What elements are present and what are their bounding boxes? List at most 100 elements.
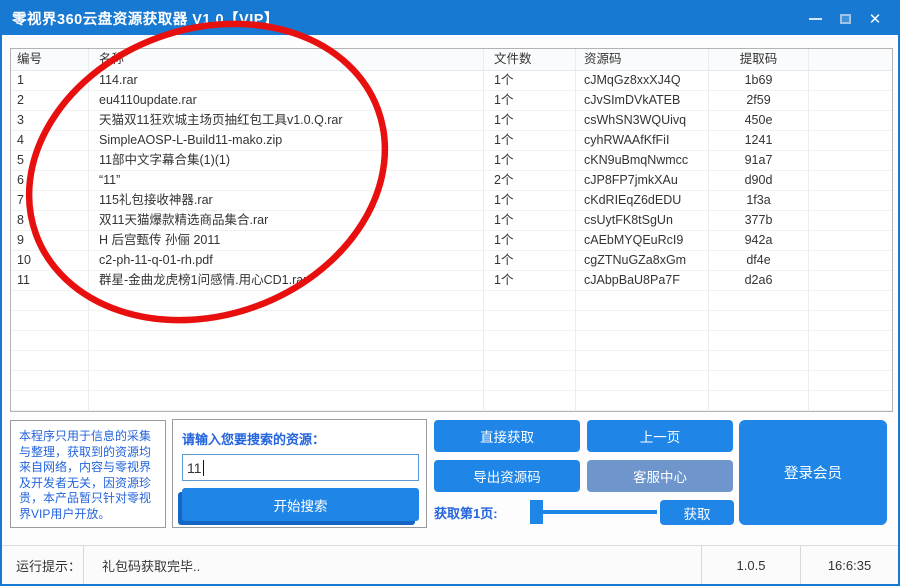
get-button[interactable]: 获取 bbox=[660, 500, 734, 525]
table-row[interactable] bbox=[11, 391, 892, 411]
cell-extract: 1241 bbox=[709, 131, 809, 150]
service-center-button[interactable]: 客服中心 bbox=[587, 460, 733, 492]
cell-files: 1个 bbox=[484, 71, 576, 90]
column-header-code: 资源码 bbox=[576, 49, 709, 70]
cell-name: “11” bbox=[89, 171, 484, 190]
table-row[interactable]: 7115礼包接收神器.rar1个cKdRIEqZ6dEDU1f3a bbox=[11, 191, 892, 211]
cell-name bbox=[89, 371, 484, 390]
table-row[interactable]: 6“11”2个cJP8FP7jmkXAud90d bbox=[11, 171, 892, 191]
cell-empty bbox=[809, 311, 892, 330]
column-header-id: 编号 bbox=[11, 49, 89, 70]
cell-code bbox=[576, 291, 709, 310]
table-row[interactable] bbox=[11, 291, 892, 311]
page-slider-handle[interactable] bbox=[530, 500, 543, 524]
cell-empty bbox=[809, 371, 892, 390]
cell-empty bbox=[809, 331, 892, 350]
search-input[interactable]: 11 bbox=[182, 454, 419, 481]
cell-files bbox=[484, 371, 576, 390]
notice-panel: 本程序只用于信息的采集与整理，获取到的资源均来自网络，内容与零视界及开发者无关，… bbox=[10, 420, 166, 528]
cell-code: cJMqGz8xxXJ4Q bbox=[576, 71, 709, 90]
cell-extract: d90d bbox=[709, 171, 809, 190]
cell-name: 天猫双11狂欢城主场页抽红包工具v1.0.Q.rar bbox=[89, 111, 484, 130]
maximize-button[interactable] bbox=[830, 6, 860, 32]
cell-id: 2 bbox=[11, 91, 89, 110]
direct-get-button[interactable]: 直接获取 bbox=[434, 420, 580, 452]
cell-extract: 450e bbox=[709, 111, 809, 130]
column-header-extract: 提取码 bbox=[709, 49, 809, 70]
cell-files: 1个 bbox=[484, 111, 576, 130]
cell-empty bbox=[809, 71, 892, 90]
cell-files: 1个 bbox=[484, 271, 576, 290]
table-row[interactable]: 10c2-ph-11-q-01-rh.pdf1个cgZTNuGZa8xGmdf4… bbox=[11, 251, 892, 271]
previous-page-button[interactable]: 上一页 bbox=[587, 420, 733, 452]
cell-files bbox=[484, 351, 576, 370]
cell-extract bbox=[709, 371, 809, 390]
start-search-button[interactable]: 开始搜索 bbox=[182, 488, 419, 521]
cell-code bbox=[576, 351, 709, 370]
cell-files: 1个 bbox=[484, 191, 576, 210]
table-row[interactable]: 8双11天猫爆款精选商品集合.rar1个csUytFK8tSgUn377b bbox=[11, 211, 892, 231]
table-row[interactable]: 11群星-金曲龙虎榜1问感情.用心CD1.rar1个cJAbpBaU8Pa7Fd… bbox=[11, 271, 892, 291]
cell-empty bbox=[809, 131, 892, 150]
cell-name: H 后宫甄传 孙俪 2011 bbox=[89, 231, 484, 250]
window-controls: ✕ bbox=[800, 2, 890, 35]
table-row[interactable] bbox=[11, 331, 892, 351]
title-bar: 零视界360云盘资源获取器 V1.0【VIP】 ✕ bbox=[2, 2, 898, 35]
cell-id: 9 bbox=[11, 231, 89, 250]
cell-extract: 91a7 bbox=[709, 151, 809, 170]
table-row[interactable] bbox=[11, 351, 892, 371]
cell-name bbox=[89, 331, 484, 350]
cell-files: 1个 bbox=[484, 91, 576, 110]
table-row[interactable]: 2eu4110update.rar1个cJvSImDVkATEB2f59 bbox=[11, 91, 892, 111]
cell-extract bbox=[709, 311, 809, 330]
column-header-files: 文件数 bbox=[484, 49, 576, 70]
cell-code bbox=[576, 391, 709, 410]
cell-id bbox=[11, 331, 89, 350]
cell-id bbox=[11, 291, 89, 310]
notice-text: 本程序只用于信息的采集与整理，获取到的资源均来自网络，内容与零视界及开发者无关，… bbox=[19, 429, 151, 521]
cell-extract bbox=[709, 391, 809, 410]
cell-id: 7 bbox=[11, 191, 89, 210]
cell-id: 4 bbox=[11, 131, 89, 150]
table-row[interactable]: 4SimpleAOSP-L-Build11-mako.zip1个cyhRWAAf… bbox=[11, 131, 892, 151]
login-vip-button[interactable]: 登录会员 bbox=[739, 420, 887, 525]
table-row[interactable] bbox=[11, 371, 892, 391]
table-row[interactable] bbox=[11, 311, 892, 331]
cell-code: cJP8FP7jmkXAu bbox=[576, 171, 709, 190]
table-row[interactable]: 3天猫双11狂欢城主场页抽红包工具v1.0.Q.rar1个csWhSN3WQUi… bbox=[11, 111, 892, 131]
column-header-empty bbox=[809, 49, 892, 70]
table-row[interactable]: 9H 后宫甄传 孙俪 20111个cAEbMYQEuRcI9942a bbox=[11, 231, 892, 251]
cell-name bbox=[89, 291, 484, 310]
cell-empty bbox=[809, 111, 892, 130]
cell-extract: 2f59 bbox=[709, 91, 809, 110]
export-codes-button[interactable]: 导出资源码 bbox=[434, 460, 580, 492]
results-table: 编号 名称 文件数 资源码 提取码 1114.rar1个cJMqGz8xxXJ4… bbox=[10, 48, 893, 412]
clock-text: 16:6:35 bbox=[801, 558, 898, 573]
get-page-label: 获取第1页: bbox=[434, 503, 498, 522]
table-row[interactable]: 511部中文字幕合集(1)(1)1个cKN9uBmqNwmcc91a7 bbox=[11, 151, 892, 171]
cell-files: 1个 bbox=[484, 231, 576, 250]
text-caret bbox=[203, 460, 204, 476]
close-button[interactable]: ✕ bbox=[860, 6, 890, 32]
maximize-icon bbox=[840, 14, 851, 24]
cell-extract: 942a bbox=[709, 231, 809, 250]
window-title: 零视界360云盘资源获取器 V1.0【VIP】 bbox=[2, 8, 279, 29]
cell-files: 1个 bbox=[484, 131, 576, 150]
cell-code: cJAbpBaU8Pa7F bbox=[576, 271, 709, 290]
cell-empty bbox=[809, 391, 892, 410]
cell-code bbox=[576, 311, 709, 330]
page-slider-track[interactable] bbox=[532, 510, 657, 514]
cell-files: 2个 bbox=[484, 171, 576, 190]
cell-id: 8 bbox=[11, 211, 89, 230]
cell-name bbox=[89, 351, 484, 370]
close-icon: ✕ bbox=[869, 10, 882, 28]
cell-empty bbox=[809, 231, 892, 250]
cell-files: 1个 bbox=[484, 211, 576, 230]
cell-files bbox=[484, 331, 576, 350]
cell-code: csUytFK8tSgUn bbox=[576, 211, 709, 230]
cell-files: 1个 bbox=[484, 151, 576, 170]
table-row[interactable]: 1114.rar1个cJMqGz8xxXJ4Q1b69 bbox=[11, 71, 892, 91]
minimize-button[interactable] bbox=[800, 6, 830, 32]
cell-code: cyhRWAAfKfFiI bbox=[576, 131, 709, 150]
cell-code: cKdRIEqZ6dEDU bbox=[576, 191, 709, 210]
